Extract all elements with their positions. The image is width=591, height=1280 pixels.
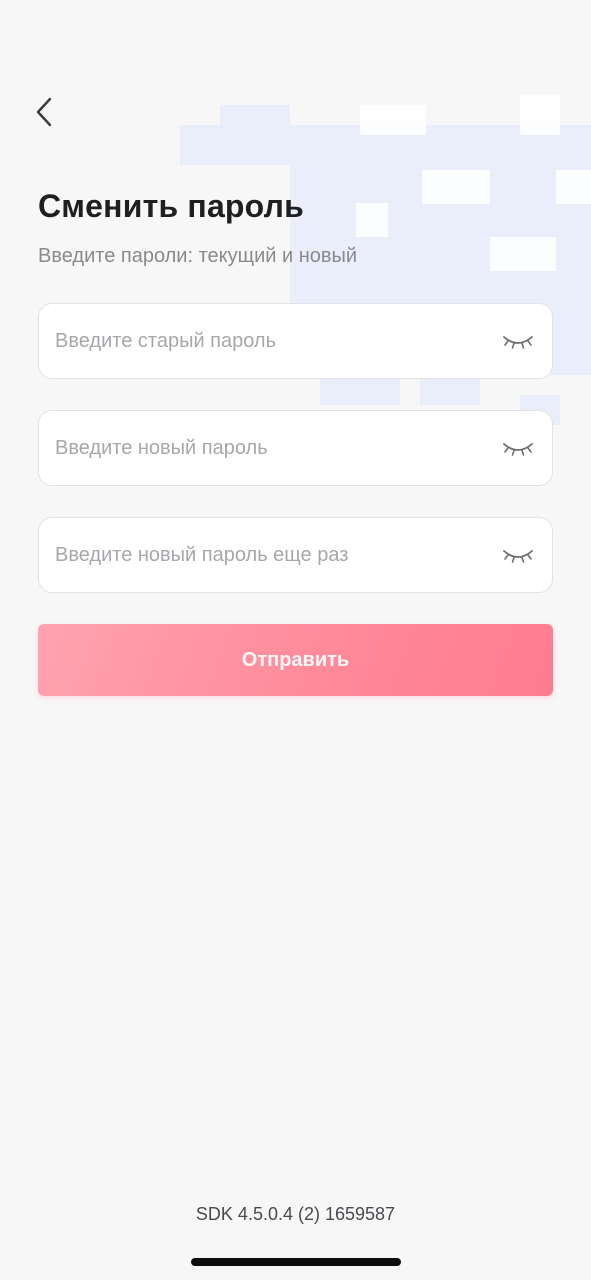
confirm-password-visibility-toggle[interactable]: [500, 540, 536, 570]
confirm-password-field: [38, 517, 553, 593]
eye-closed-icon: [503, 443, 533, 456]
old-password-input[interactable]: [55, 304, 500, 378]
eye-closed-icon: [503, 336, 533, 349]
eye-closed-icon: [503, 550, 533, 563]
page-subtitle: Введите пароли: текущий и новый: [38, 245, 358, 267]
old-password-visibility-toggle[interactable]: [500, 326, 536, 356]
confirm-password-input[interactable]: [55, 518, 500, 592]
sdk-version-label: SDK 4.5.0.4 (2) 1659587: [195, 1204, 396, 1224]
chevron-left-icon: [36, 97, 52, 127]
submit-button[interactable]: Отправить: [38, 624, 553, 696]
new-password-visibility-toggle[interactable]: [500, 433, 536, 463]
new-password-input[interactable]: [55, 411, 500, 485]
new-password-field: [38, 410, 553, 486]
old-password-field: [38, 303, 553, 379]
back-button[interactable]: [24, 90, 64, 134]
page-title: Сменить пароль: [38, 188, 305, 224]
home-indicator: [191, 1258, 401, 1266]
